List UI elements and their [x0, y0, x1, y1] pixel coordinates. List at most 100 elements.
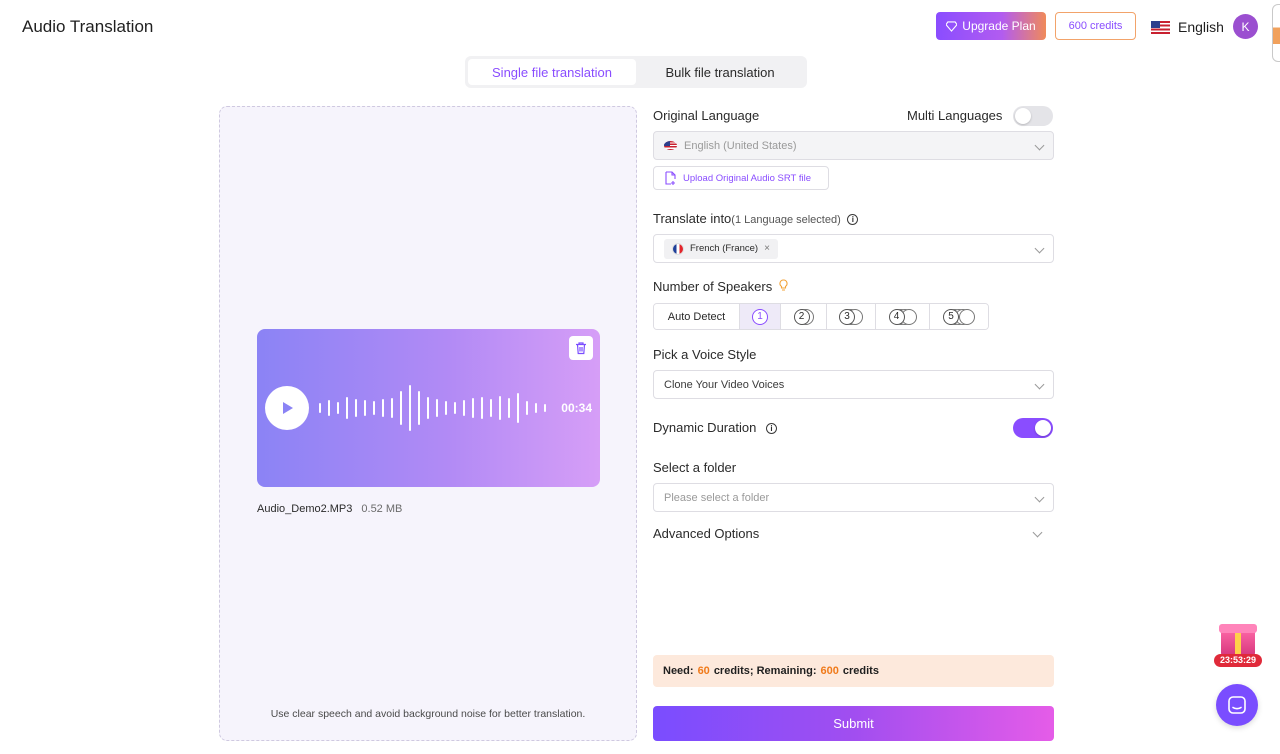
- upload-srt-label: Upload Original Audio SRT file: [683, 172, 811, 184]
- language-chip: French (France) ×: [664, 238, 778, 259]
- promo-timer: 23:53:29: [1214, 654, 1262, 667]
- waveform-bar: [445, 401, 447, 415]
- advanced-options-toggle[interactable]: Advanced Options: [653, 526, 759, 541]
- mode-tabs: Single file translation Bulk file transl…: [465, 56, 807, 88]
- speaker-option-auto[interactable]: Auto Detect: [654, 304, 740, 329]
- submit-button[interactable]: Submit: [653, 706, 1054, 741]
- waveform-bar: [535, 403, 537, 413]
- promo-gift-button[interactable]: 23:53:29: [1214, 620, 1262, 668]
- waveform-bar: [454, 402, 456, 414]
- waveform-bar: [346, 397, 348, 419]
- speaker-option-3[interactable]: 3: [827, 304, 876, 329]
- chevron-down-icon[interactable]: [1032, 527, 1043, 538]
- folder-select[interactable]: Please select a folder: [653, 483, 1054, 512]
- file-size: 0.52 MB: [361, 503, 403, 515]
- chat-icon: [1228, 696, 1246, 714]
- play-icon: [283, 402, 293, 414]
- waveform-bar: [382, 399, 384, 417]
- side-drawer-handle[interactable]: [1272, 4, 1280, 62]
- waveform-bar: [364, 400, 366, 416]
- waveform-bar: [391, 398, 393, 418]
- audio-duration: 00:34: [561, 401, 592, 415]
- fr-flag-icon: [672, 242, 684, 255]
- original-language-value: English (United States): [684, 139, 797, 152]
- tab-bulk-file[interactable]: Bulk file translation: [636, 59, 804, 85]
- upload-panel[interactable]: 00:34 Audio_Demo2.MP3 0.52 MB Use clear …: [219, 106, 637, 741]
- info-icon[interactable]: i: [765, 423, 777, 435]
- us-flag-icon: [1151, 20, 1170, 34]
- waveform-bar: [427, 397, 429, 419]
- credits-unit: credits: [842, 665, 879, 677]
- waveform-bar: [328, 400, 330, 416]
- play-button[interactable]: [265, 386, 309, 430]
- waveform-bar: [472, 398, 474, 418]
- waveform-bar: [337, 402, 339, 414]
- upload-hint: Use clear speech and avoid background no…: [270, 708, 586, 720]
- audio-player-card: 00:34: [257, 329, 600, 487]
- original-language-label: Original Language: [653, 108, 760, 123]
- upload-srt-button[interactable]: Upload Original Audio SRT file: [653, 166, 829, 190]
- translate-into-count: (1 Language selected): [731, 214, 841, 226]
- multi-languages-toggle[interactable]: [1013, 106, 1053, 126]
- trash-icon: [576, 342, 586, 355]
- speakers-title: Number of Speakers: [653, 279, 773, 294]
- waveform-bar: [400, 391, 402, 425]
- original-language-select[interactable]: English (United States): [653, 131, 1054, 160]
- language-switcher[interactable]: English: [1151, 17, 1224, 37]
- translate-into-label: Translate into(1 Language selected) i: [653, 211, 859, 226]
- file-name: Audio_Demo2.MP3: [257, 503, 353, 515]
- target-language-select[interactable]: French (France) ×: [653, 234, 1054, 263]
- speaker-option-4-label: 4: [888, 308, 905, 325]
- file-upload-icon: [665, 171, 676, 185]
- speaker-option-5[interactable]: 5: [930, 304, 988, 329]
- waveform-bar: [508, 398, 510, 418]
- info-icon[interactable]: i: [847, 214, 859, 226]
- speaker-option-2-label: 2: [793, 308, 810, 325]
- chevron-down-icon: [1034, 379, 1045, 390]
- waveform-bar: [526, 401, 528, 415]
- translate-into-title: Translate into: [653, 211, 732, 226]
- lightbulb-icon: [779, 279, 788, 291]
- us-flag-icon: [664, 141, 677, 150]
- credits-button[interactable]: 600 credits: [1055, 12, 1136, 40]
- voice-style-label: Pick a Voice Style: [653, 347, 757, 362]
- upgrade-plan-button[interactable]: Upgrade Plan: [936, 12, 1046, 40]
- waveform-bar: [355, 399, 357, 417]
- tab-single-file[interactable]: Single file translation: [468, 59, 636, 85]
- close-icon[interactable]: ×: [764, 243, 770, 254]
- voice-style-select[interactable]: Clone Your Video Voices: [653, 370, 1054, 399]
- dynamic-duration-toggle[interactable]: [1013, 418, 1053, 438]
- page-title: Audio Translation: [22, 17, 154, 36]
- chat-support-button[interactable]: [1216, 684, 1258, 726]
- remaining-label: credits; Remaining:: [713, 665, 817, 677]
- chevron-down-icon: [1034, 492, 1045, 503]
- need-label: Need:: [663, 665, 694, 677]
- waveform-bar: [319, 403, 321, 413]
- speaker-option-5-label: 5: [943, 308, 959, 325]
- need-credits-value: 60: [697, 665, 710, 677]
- delete-button[interactable]: [569, 336, 593, 360]
- multi-languages-label: Multi Languages: [907, 108, 1003, 123]
- voice-style-value: Clone Your Video Voices: [664, 378, 785, 391]
- chevron-down-icon: [1034, 140, 1045, 151]
- speaker-option-1[interactable]: 1: [740, 304, 781, 329]
- speaker-count-selector: Auto Detect 1 2 3 4 5: [653, 303, 989, 330]
- diamond-icon: [946, 20, 958, 32]
- dynamic-duration-label: Dynamic Duration i: [653, 420, 777, 435]
- speaker-option-2[interactable]: 2: [781, 304, 827, 329]
- waveform-bar: [481, 397, 483, 419]
- speaker-option-4[interactable]: 4: [876, 304, 930, 329]
- speakers-label: Number of Speakers: [653, 279, 789, 294]
- waveform-bar: [499, 396, 501, 420]
- language-chip-label: French (France): [690, 243, 759, 254]
- waveform-bar: [490, 399, 492, 417]
- upgrade-plan-label: Upgrade Plan: [962, 19, 1036, 33]
- credits-summary: Need: 60 credits; Remaining: 600 credits: [653, 655, 1054, 687]
- waveform-bar: [373, 401, 375, 415]
- speaker-option-3-label: 3: [839, 308, 855, 325]
- remaining-credits-value: 600: [820, 665, 839, 677]
- avatar[interactable]: K: [1233, 14, 1258, 39]
- chevron-down-icon: [1034, 243, 1045, 254]
- dynamic-duration-title: Dynamic Duration: [653, 420, 757, 435]
- waveform: [319, 385, 546, 431]
